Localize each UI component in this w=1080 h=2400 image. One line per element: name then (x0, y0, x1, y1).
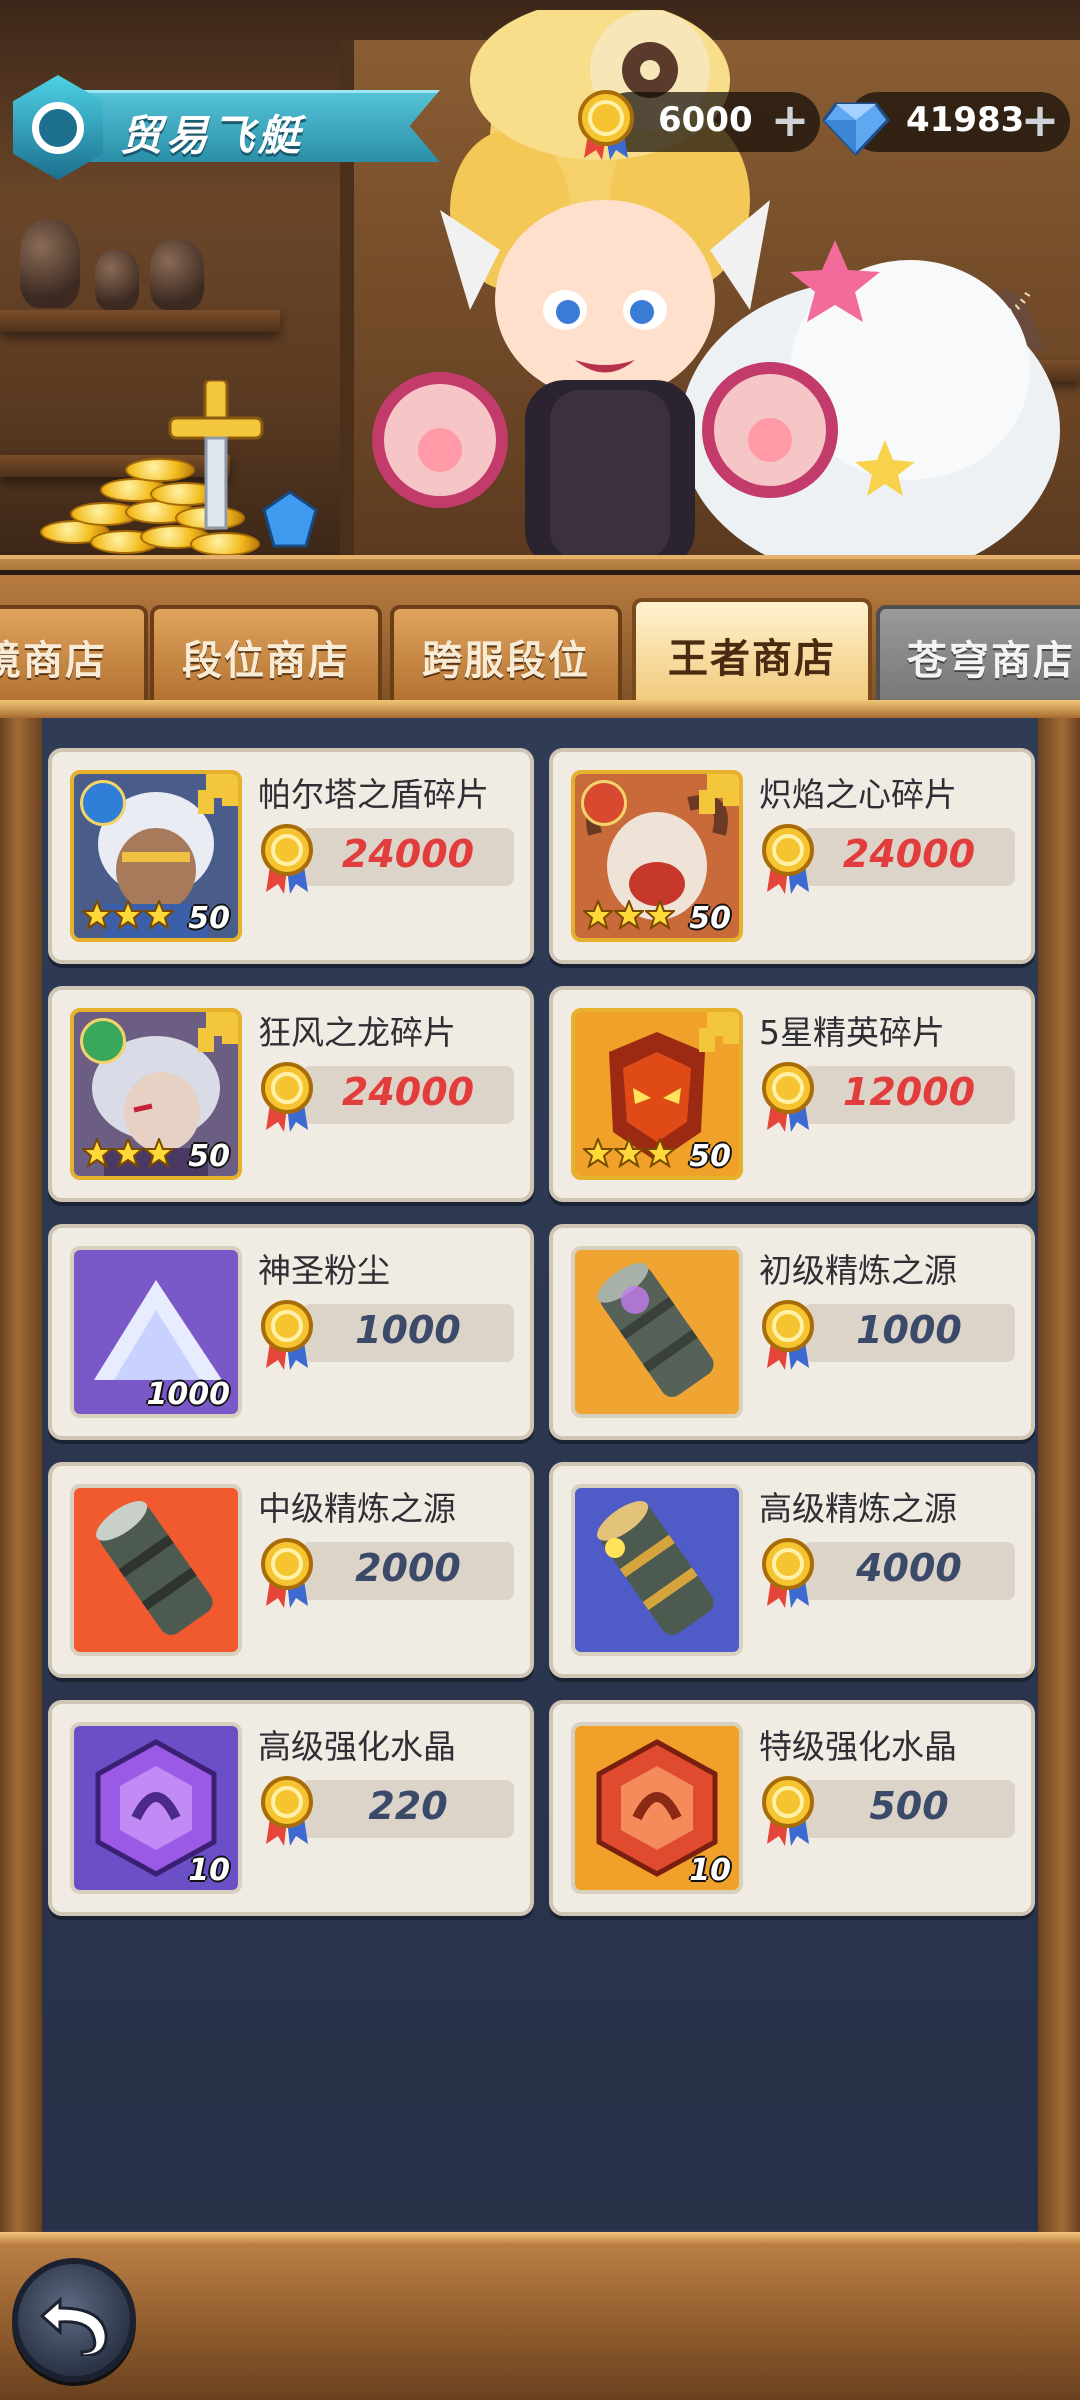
item-quantity: 10 (188, 1853, 230, 1888)
item-name: 炽焰之心碎片 (759, 775, 957, 814)
back-arrow-icon (39, 2296, 108, 2356)
shop-item-card[interactable]: 50 炽焰之心碎片 24000 (549, 748, 1035, 964)
item-price: 4000 (856, 1546, 962, 1590)
star-rating (583, 1138, 676, 1168)
hero-shard-wind-dragon-icon: 50 (70, 1008, 242, 1180)
shop-item-card[interactable]: 初级精炼之源 1000 (549, 1224, 1035, 1440)
shop-item-card[interactable]: 中级精炼之源 2000 (48, 1462, 534, 1678)
refine-source-mid-icon (70, 1484, 242, 1656)
item-price: 1000 (355, 1308, 461, 1352)
item-name: 高级精炼之源 (759, 1489, 957, 1528)
item-name: 神圣粉尘 (258, 1251, 390, 1290)
shop-item-card[interactable]: 50 狂风之龙碎片 24000 (48, 986, 534, 1202)
shard-count: 50 (689, 901, 731, 936)
hero-shard-palta-icon: 50 (70, 770, 242, 942)
shop-item-card[interactable]: 50 5星精英碎片 12000 (549, 986, 1035, 1202)
jar-decoration (150, 240, 204, 310)
item-name: 特级强化水晶 (759, 1727, 957, 1766)
item-price: 220 (368, 1784, 448, 1828)
page-title-ribbon: 贸易飞艇 (0, 70, 450, 180)
shop-item-card[interactable]: 10 特级强化水晶 500 (549, 1700, 1035, 1916)
faction-fire-icon (581, 780, 627, 826)
item-name: 高级强化水晶 (258, 1727, 456, 1766)
faction-water-icon (80, 780, 126, 826)
item-price: 500 (869, 1784, 949, 1828)
refine-source-high-icon (571, 1484, 743, 1656)
item-quantity: 10 (689, 1853, 731, 1888)
shard-count: 50 (689, 1139, 731, 1174)
tab-bar-edge (0, 700, 1080, 718)
gold-coin-icon (578, 90, 634, 160)
item-name: 狂风之龙碎片 (258, 1013, 456, 1052)
tab-cross-server-rank[interactable]: 跨服段位 (390, 605, 622, 705)
diamond-amount: 41983 (906, 100, 1025, 140)
faction-wind-icon (80, 1018, 126, 1064)
shard-count: 50 (188, 901, 230, 936)
diamond-icon (822, 102, 890, 157)
item-name: 5星精英碎片 (759, 1013, 945, 1052)
elite-shard-mask-icon: 50 (571, 1008, 743, 1180)
add-diamond-button[interactable]: + (1018, 97, 1062, 144)
shop-item-card[interactable]: 高级精炼之源 4000 (549, 1462, 1035, 1678)
purple-crystal-icon: 10 (70, 1722, 242, 1894)
shop-item-card[interactable]: 50 帕尔塔之盾碎片 24000 (48, 748, 534, 964)
hero-shard-flame-heart-icon: 50 (571, 770, 743, 942)
item-price: 24000 (341, 832, 475, 876)
jar-decoration (20, 220, 80, 308)
shop-item-card[interactable]: 1000 神圣粉尘 1000 (48, 1224, 534, 1440)
bottom-bar (0, 2232, 1080, 2400)
back-button[interactable] (12, 2258, 136, 2382)
item-price: 24000 (341, 1070, 475, 1114)
star-rating (583, 900, 676, 930)
item-name: 中级精炼之源 (258, 1489, 456, 1528)
item-price: 2000 (355, 1546, 461, 1590)
jar-decoration (95, 250, 139, 310)
refine-source-basic-icon (571, 1246, 743, 1418)
orange-crystal-icon: 10 (571, 1722, 743, 1894)
tab-sky-shop[interactable]: 苍穹商店 (876, 605, 1080, 705)
shop-item-card[interactable]: 10 高级强化水晶 220 (48, 1700, 534, 1916)
tab-rank-shop[interactable]: 段位商店 (150, 605, 382, 705)
tab-shop-0[interactable]: 境商店 (0, 605, 148, 705)
shelf (0, 310, 280, 332)
gem-icon (262, 490, 318, 548)
tab-king-shop[interactable]: 王者商店 (632, 598, 872, 708)
item-name: 帕尔塔之盾碎片 (258, 775, 489, 814)
item-price: 1000 (856, 1308, 962, 1352)
gold-amount: 6000 (658, 100, 753, 140)
shard-count: 50 (188, 1139, 230, 1174)
item-price: 12000 (842, 1070, 976, 1114)
item-quantity: 1000 (146, 1377, 231, 1412)
add-gold-button[interactable]: + (768, 97, 812, 144)
star-rating (82, 1138, 175, 1168)
item-name: 初级精炼之源 (759, 1251, 957, 1290)
page-title: 贸易飞艇 (120, 111, 305, 160)
shop-counter (0, 555, 1080, 570)
holy-dust-icon: 1000 (70, 1246, 242, 1418)
star-rating (82, 900, 175, 930)
item-price: 24000 (842, 832, 976, 876)
